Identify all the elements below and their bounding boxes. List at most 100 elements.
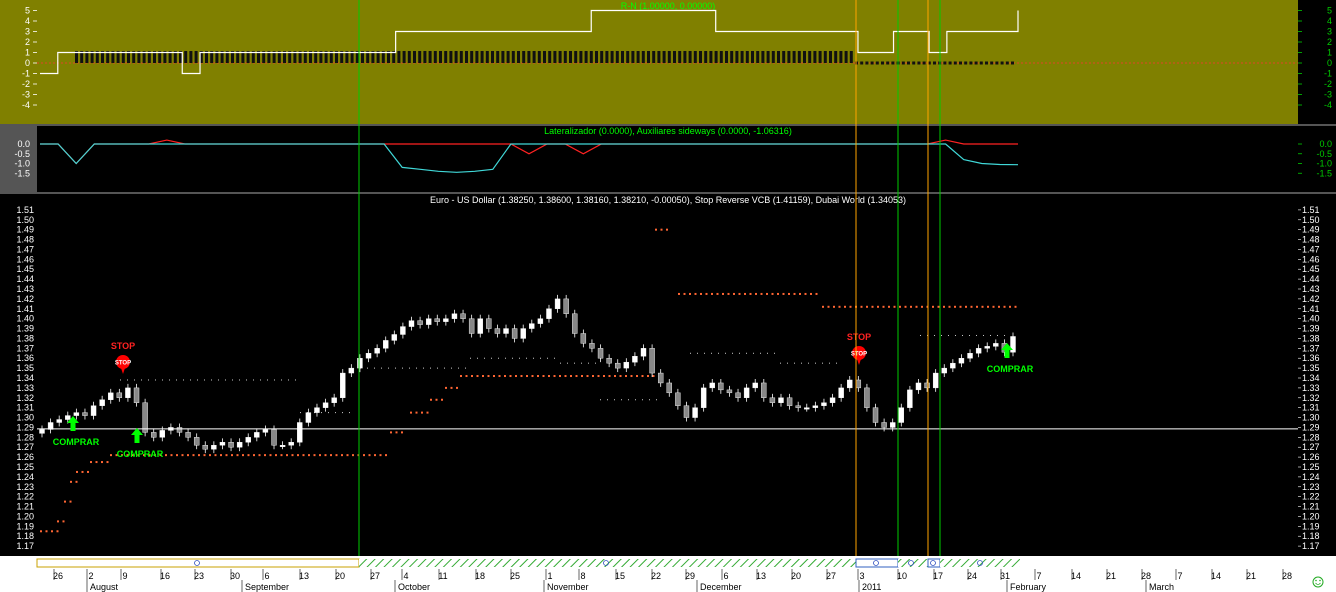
stop-reverse-dot [866,305,868,308]
candle-body [322,402,329,408]
dubai-world-dot [780,362,781,364]
candle-body [279,445,286,447]
dubai-world-dot [374,367,375,369]
panel-price-right-tick: 1.42 [1302,294,1320,304]
stop-reverse-dot [575,375,578,378]
stop-reverse-dot [965,305,967,308]
smiley-eye-right [1319,579,1321,582]
candle-body [159,430,166,438]
panel-rn-right-tick: 5 [1327,6,1332,16]
stop-reverse-dot [51,530,53,533]
panel-price-y-tick: 1.32 [16,393,34,403]
stop-reverse-dot [987,305,989,308]
dubai-world-dot [300,412,301,414]
stop-reverse-dot [291,454,294,457]
candle-body [640,348,647,357]
x-day-label: 20 [791,571,801,581]
dubai-world-dot [342,412,343,414]
panel-lat-right-ticks: 0.0-0.5-1.0-1.5 [1298,139,1332,178]
x-month-label: December [700,582,742,592]
dubai-world-dot [162,379,163,381]
candle-body [460,313,466,319]
dubai-world-dot [444,367,445,369]
stop-reverse-dot [838,305,841,308]
dubai-world-dot [211,379,212,381]
candle-body [984,346,990,349]
rn-bar [636,51,640,63]
candle-body [967,353,973,359]
x-month-label: 2011 [862,582,881,592]
dubai-world-dot [295,379,296,381]
stop-reverse-dot [614,375,616,378]
rn-dot [990,61,994,65]
x-day-label: 1 [547,571,552,581]
x-month-label: August [90,582,119,592]
dubai-world-dot [349,412,350,414]
rn-bar [756,51,760,63]
panel-price-y-tick: 1.28 [16,432,34,442]
stop-reverse-dot [548,375,550,378]
rn-bar [543,51,546,63]
stop-reverse-dot [69,500,72,503]
rn-bar [579,51,583,63]
candle-body [786,397,793,406]
candle-body [357,358,363,369]
stop-reverse-dot [64,500,66,503]
dubai-world-dot [267,379,268,381]
candle-body [563,298,569,314]
rn-bar [683,51,687,63]
rn-bar [402,51,406,63]
stop-reverse-dot [62,520,65,523]
stop-reverse-dot [319,454,321,457]
candle-body [365,353,372,359]
rn-bar [532,51,536,63]
rn-bar [413,51,416,63]
candle-body [537,318,544,324]
dubai-world-dot [190,379,191,381]
stop-reverse-dot [899,305,901,308]
candle-body [374,348,380,354]
candle-body [65,415,71,420]
stop-reverse-dot [827,305,830,308]
stop-reverse-dot [313,454,316,457]
candle-body [812,405,819,408]
candle-body [761,382,767,398]
panel-rn-y-tick: -2 [22,79,30,89]
dubai-world-dot [997,334,998,336]
stop-reverse-dot [564,375,567,378]
rn-bar [667,51,671,63]
stop-reverse-dot [608,375,611,378]
dubai-world-dot [718,352,719,354]
panel-price-right-tick: 1.38 [1302,333,1320,343]
stop-reverse-dot [401,431,403,434]
rn-bar [709,51,713,63]
x-day-label: 11 [438,571,447,581]
candle-body [99,399,105,406]
panel-price-right-tick: 1.29 [1302,422,1320,432]
dubai-world-dot [239,379,240,381]
panel-price-y-tick: 1.37 [16,343,34,353]
dubai-world-dot [621,399,622,401]
panel-price-y-tick: 1.39 [16,324,34,334]
rn-bar [751,51,754,63]
dubai-world-dot [204,379,205,381]
stop-reverse-dot [415,411,418,414]
panel-rn-title: R-N (1.00000, 0.00000) [621,1,716,11]
panel-rn-right-tick: 3 [1327,27,1332,37]
stop-reverse-dot [722,292,724,295]
rn-bar [465,51,468,63]
candle-body [185,432,191,438]
x-day-label: 31 [1000,571,1010,581]
rn-bar [584,51,588,63]
dubai-world-dot [581,362,582,364]
panel-lat-y-tick: -1.5 [14,168,30,178]
panel-price-y-ticks: 1.511.501.491.481.471.461.451.441.431.42… [16,205,34,551]
panel-price-y-tick: 1.26 [16,452,34,462]
stop-reverse-dot [275,454,277,457]
stop-reverse-dot [258,454,261,457]
rn-bar [548,51,552,63]
panel-price-y-tick: 1.44 [16,274,34,284]
rn-dot [948,61,952,65]
candle-body [683,405,690,418]
stop-reverse-dot [176,454,178,457]
